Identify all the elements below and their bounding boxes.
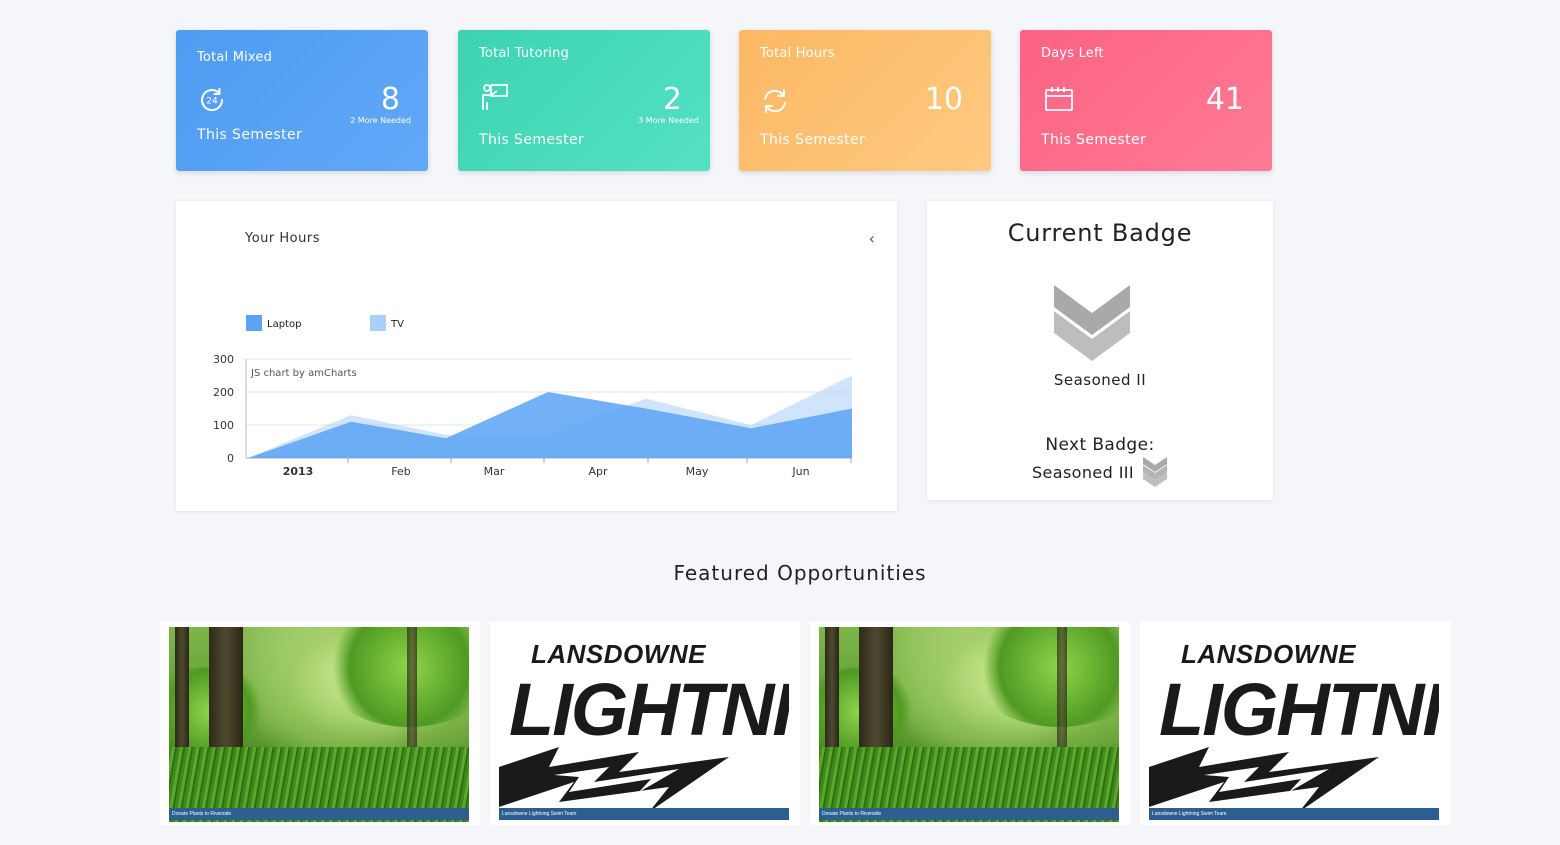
legend-label: TV — [390, 319, 404, 330]
opportunity-card[interactable]: LANSDOWNE LIGHTNING Lansdowne Lightning … — [1140, 622, 1451, 825]
y-tick-label: 100 — [213, 419, 234, 432]
opportunity-image — [169, 627, 469, 822]
stat-card-total-mixed[interactable]: Total Mixed 24 8 2 More Needed This Seme… — [176, 30, 428, 171]
stat-card-total-tutoring[interactable]: Total Tutoring 2 3 More Needed This Seme… — [458, 30, 710, 171]
stat-title: Total Tutoring — [479, 46, 569, 61]
opportunity-caption: Lansdowne Lightning Swim Team — [1149, 808, 1439, 820]
lightning-bolt-icon — [1149, 747, 1379, 812]
stat-needed: 3 More Needed — [638, 116, 699, 125]
stat-title: Total Mixed — [197, 50, 273, 65]
stat-title: Total Hours — [760, 46, 835, 61]
stat-subtitle: This Semester — [1041, 132, 1147, 148]
x-tick-label: Mar — [484, 465, 505, 478]
chart-credit: JS chart by amCharts — [250, 368, 357, 379]
legend-swatch — [370, 315, 386, 331]
legend-swatch — [246, 315, 262, 331]
current-badge-name: Seasoned II — [1053, 371, 1147, 389]
featured-heading: Featured Opportunities — [673, 561, 927, 585]
x-tick-label: Jun — [791, 465, 809, 478]
refresh-icon — [764, 89, 786, 113]
stat-value: 41 — [1205, 82, 1244, 117]
y-tick-label: 0 — [227, 452, 234, 465]
stat-card-days-left[interactable]: Days Left 41 This Semester — [1020, 30, 1272, 171]
next-badge-row: Seasoned III — [927, 457, 1273, 487]
badge-heading: Current Badge — [1007, 219, 1193, 247]
svg-text:24: 24 — [206, 97, 218, 107]
opportunity-card[interactable]: Donate Plants to Riverside — [160, 622, 480, 825]
stat-subtitle: This Semester — [479, 132, 585, 148]
opportunity-card[interactable]: Donate Plants to Riverside — [810, 622, 1130, 825]
y-tick-label: 300 — [213, 353, 234, 366]
hours-panel: Your Hours ‹ 0 100 200 300 2013 Feb Mar Apr May J… — [176, 201, 897, 511]
legend-label: Laptop — [267, 319, 301, 330]
badge-panel: Current Badge Seasoned II Next Badge: Se… — [927, 201, 1273, 500]
stat-subtitle: This Semester — [197, 127, 303, 143]
opportunity-caption: Donate Plants to Riverside — [169, 808, 469, 820]
x-tick-label: 2013 — [283, 465, 314, 478]
chevron-badge-small-icon — [1143, 457, 1168, 487]
y-tick-label: 200 — [213, 386, 234, 399]
stat-title: Days Left — [1041, 46, 1104, 61]
logo-text-top: LANSDOWNE — [1181, 639, 1356, 669]
opportunity-caption: Lansdowne Lightning Swim Team — [499, 808, 789, 820]
opportunity-image: LANSDOWNE LIGHTNING — [1149, 627, 1439, 822]
stat-subtitle: This Semester — [760, 132, 866, 148]
opportunity-caption: Donate Plants to Riverside — [819, 808, 1119, 820]
stat-value: 2 — [662, 82, 682, 117]
stat-value: 8 — [380, 82, 400, 117]
stat-needed: 2 More Needed — [350, 116, 411, 125]
next-badge-label: Next Badge: — [1045, 435, 1155, 455]
x-tick-label: May — [686, 465, 709, 478]
x-tick-label: Apr — [588, 465, 608, 478]
hours-chart: 0 100 200 300 2013 Feb Mar Apr May Jun JS chart by… — [213, 315, 852, 478]
logo-text-top: LANSDOWNE — [531, 639, 706, 669]
opportunity-image — [819, 627, 1119, 822]
teacher-icon — [482, 84, 508, 110]
stat-value: 10 — [924, 82, 963, 117]
opportunity-image: LANSDOWNE LIGHTNING — [499, 627, 789, 822]
opportunity-card[interactable]: LANSDOWNE LIGHTNING Lansdowne Lightning … — [490, 622, 800, 825]
stat-card-total-hours[interactable]: Total Hours 10 This Semester — [739, 30, 991, 171]
lightning-bolt-icon — [499, 747, 729, 812]
next-badge-name: Seasoned III — [1031, 462, 1135, 482]
chevron-badge-icon — [1054, 285, 1130, 361]
calendar-icon — [1045, 87, 1073, 111]
24-hours-icon: 24 — [201, 88, 224, 112]
x-tick-label: Feb — [391, 465, 410, 478]
